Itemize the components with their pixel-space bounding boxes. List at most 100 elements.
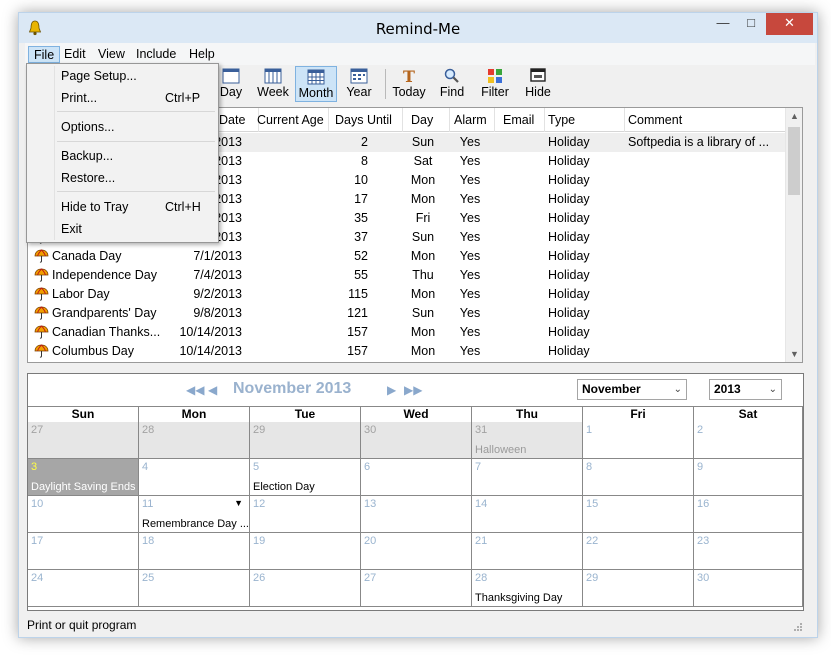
scroll-down-arrow[interactable]: ▼: [789, 349, 800, 359]
year-select[interactable]: 2013 ⌄: [709, 379, 782, 400]
menu-file[interactable]: File: [28, 46, 61, 63]
calendar-day[interactable]: 30: [361, 422, 472, 459]
title-bar[interactable]: Remind-Me — □ ✕: [19, 13, 817, 43]
calendar-day[interactable]: 15: [583, 496, 694, 533]
table-row[interactable]: Independence Day 7/4/2013 55 Thu Yes Holiday: [28, 266, 788, 285]
filter-button[interactable]: Filter: [474, 66, 516, 102]
table-row[interactable]: Canadian Thanks... 10/14/2013 157 Mon Yes Hol…: [28, 323, 788, 342]
day-number: 17: [31, 535, 44, 547]
menu-view[interactable]: View: [93, 46, 130, 63]
find-button[interactable]: Find: [431, 66, 473, 102]
menu-restore[interactable]: Restore...: [29, 168, 216, 188]
calendar-day[interactable]: 6: [361, 459, 472, 496]
calendar-day[interactable]: 22: [583, 533, 694, 570]
month-select[interactable]: November ⌄: [577, 379, 687, 400]
prev-year-icon[interactable]: ◀◀: [186, 383, 204, 397]
day-number: 6: [364, 461, 371, 473]
calendar-day[interactable]: 10: [28, 496, 139, 533]
table-row[interactable]: Grandparents' Day 9/8/2013 121 Sun Yes Holida…: [28, 304, 788, 323]
calendar-day[interactable]: 30: [694, 570, 803, 607]
calendar-day[interactable]: 2: [694, 422, 803, 459]
calendar-day[interactable]: 4: [139, 459, 250, 496]
table-row[interactable]: Canada Day 7/1/2013 52 Mon Yes Holiday: [28, 247, 788, 266]
calendar-day[interactable]: 29: [583, 570, 694, 607]
table-row[interactable]: Labor Day 9/2/2013 115 Mon Yes Holiday: [28, 285, 788, 304]
col-alarm[interactable]: Alarm: [449, 108, 495, 132]
today-button[interactable]: T Today: [388, 66, 430, 102]
calendar-day[interactable]: 27: [28, 422, 139, 459]
weekday-header: Wed: [361, 406, 472, 422]
col-comment[interactable]: Comment: [623, 108, 787, 132]
calendar-day[interactable]: 8: [583, 459, 694, 496]
resize-grip-icon[interactable]: [793, 622, 803, 632]
maximize-button[interactable]: □: [737, 13, 765, 35]
day-number: 12: [253, 498, 266, 510]
calendar-day[interactable]: 16: [694, 496, 803, 533]
calendar-day[interactable]: 9: [694, 459, 803, 496]
calendar-day[interactable]: 5 Election Day: [250, 459, 361, 496]
event-days-until: 8: [361, 154, 368, 168]
calendar-day[interactable]: 21: [472, 533, 583, 570]
year-view-button[interactable]: Year: [338, 66, 380, 102]
day-number: 13: [364, 498, 377, 510]
menu-help[interactable]: Help: [184, 46, 220, 63]
col-current-age[interactable]: Current Age: [252, 108, 329, 132]
day-number: 4: [142, 461, 149, 473]
hide-button[interactable]: Hide: [517, 66, 559, 102]
day-number: 29: [586, 572, 599, 584]
calendar-day[interactable]: 7: [472, 459, 583, 496]
calendar-day[interactable]: 11 Remembrance Day ... ▼: [139, 496, 250, 533]
day-number: 7: [475, 461, 482, 473]
prev-month-icon[interactable]: ◀: [208, 383, 217, 397]
event-date: 7/4/2013: [193, 268, 242, 282]
week-view-button[interactable]: Week: [252, 66, 294, 102]
calendar-day[interactable]: 1: [583, 422, 694, 459]
minimize-button[interactable]: —: [709, 13, 737, 35]
col-email[interactable]: Email: [498, 108, 545, 132]
scroll-up-arrow[interactable]: ▲: [789, 111, 800, 121]
menu-hide-to-tray[interactable]: Hide to Tray Ctrl+H: [29, 197, 216, 217]
menu-include[interactable]: Include: [131, 46, 181, 63]
next-month-icon[interactable]: ▶: [387, 383, 396, 397]
calendar-day[interactable]: 26: [250, 570, 361, 607]
menu-backup[interactable]: Backup...: [29, 146, 216, 166]
calendar-day[interactable]: 3 Daylight Saving Ends: [28, 459, 139, 496]
menu-print[interactable]: Print... Ctrl+P: [29, 88, 216, 108]
col-type[interactable]: Type: [543, 108, 625, 132]
col-days-until[interactable]: Days Until: [330, 108, 403, 132]
calendar-day[interactable]: 31 Halloween: [472, 422, 583, 459]
day-number: 21: [475, 535, 488, 547]
calendar-day[interactable]: 28: [139, 422, 250, 459]
calendar-day[interactable]: 18: [139, 533, 250, 570]
table-row[interactable]: Columbus Day 10/14/2013 157 Mon Yes Holiday: [28, 342, 788, 361]
col-day[interactable]: Day: [406, 108, 450, 132]
calendar-day[interactable]: 17: [28, 533, 139, 570]
menu-options[interactable]: Options...: [29, 117, 216, 137]
day-number: 29: [253, 424, 266, 436]
event-days-until: 157: [347, 344, 368, 358]
list-scrollbar[interactable]: ▲ ▼: [785, 108, 802, 362]
calendar-day[interactable]: 12: [250, 496, 361, 533]
calendar-day[interactable]: 19: [250, 533, 361, 570]
event-day: Mon: [410, 325, 436, 339]
calendar-day[interactable]: 29: [250, 422, 361, 459]
month-view-button[interactable]: Month: [295, 66, 337, 102]
event-days-until: 55: [354, 268, 368, 282]
calendar-day[interactable]: 25: [139, 570, 250, 607]
calendar-day[interactable]: 13: [361, 496, 472, 533]
calendar-day[interactable]: 24: [28, 570, 139, 607]
scroll-thumb[interactable]: [788, 127, 800, 195]
close-button[interactable]: ✕: [766, 13, 813, 35]
calendar-day[interactable]: 14: [472, 496, 583, 533]
menu-exit[interactable]: Exit: [29, 219, 216, 239]
calendar-day[interactable]: 20: [361, 533, 472, 570]
next-year-icon[interactable]: ▶▶: [404, 383, 422, 397]
calendar-day[interactable]: 27: [361, 570, 472, 607]
day-event: Remembrance Day ...: [142, 518, 249, 530]
menu-edit[interactable]: Edit: [59, 46, 91, 63]
menu-page-setup[interactable]: Page Setup...: [29, 66, 216, 86]
calendar-day[interactable]: 23: [694, 533, 803, 570]
event-day: Mon: [410, 173, 436, 187]
calendar-day[interactable]: 28 Thanksgiving Day: [472, 570, 583, 607]
dropdown-arrow-icon[interactable]: ▼: [234, 498, 243, 508]
